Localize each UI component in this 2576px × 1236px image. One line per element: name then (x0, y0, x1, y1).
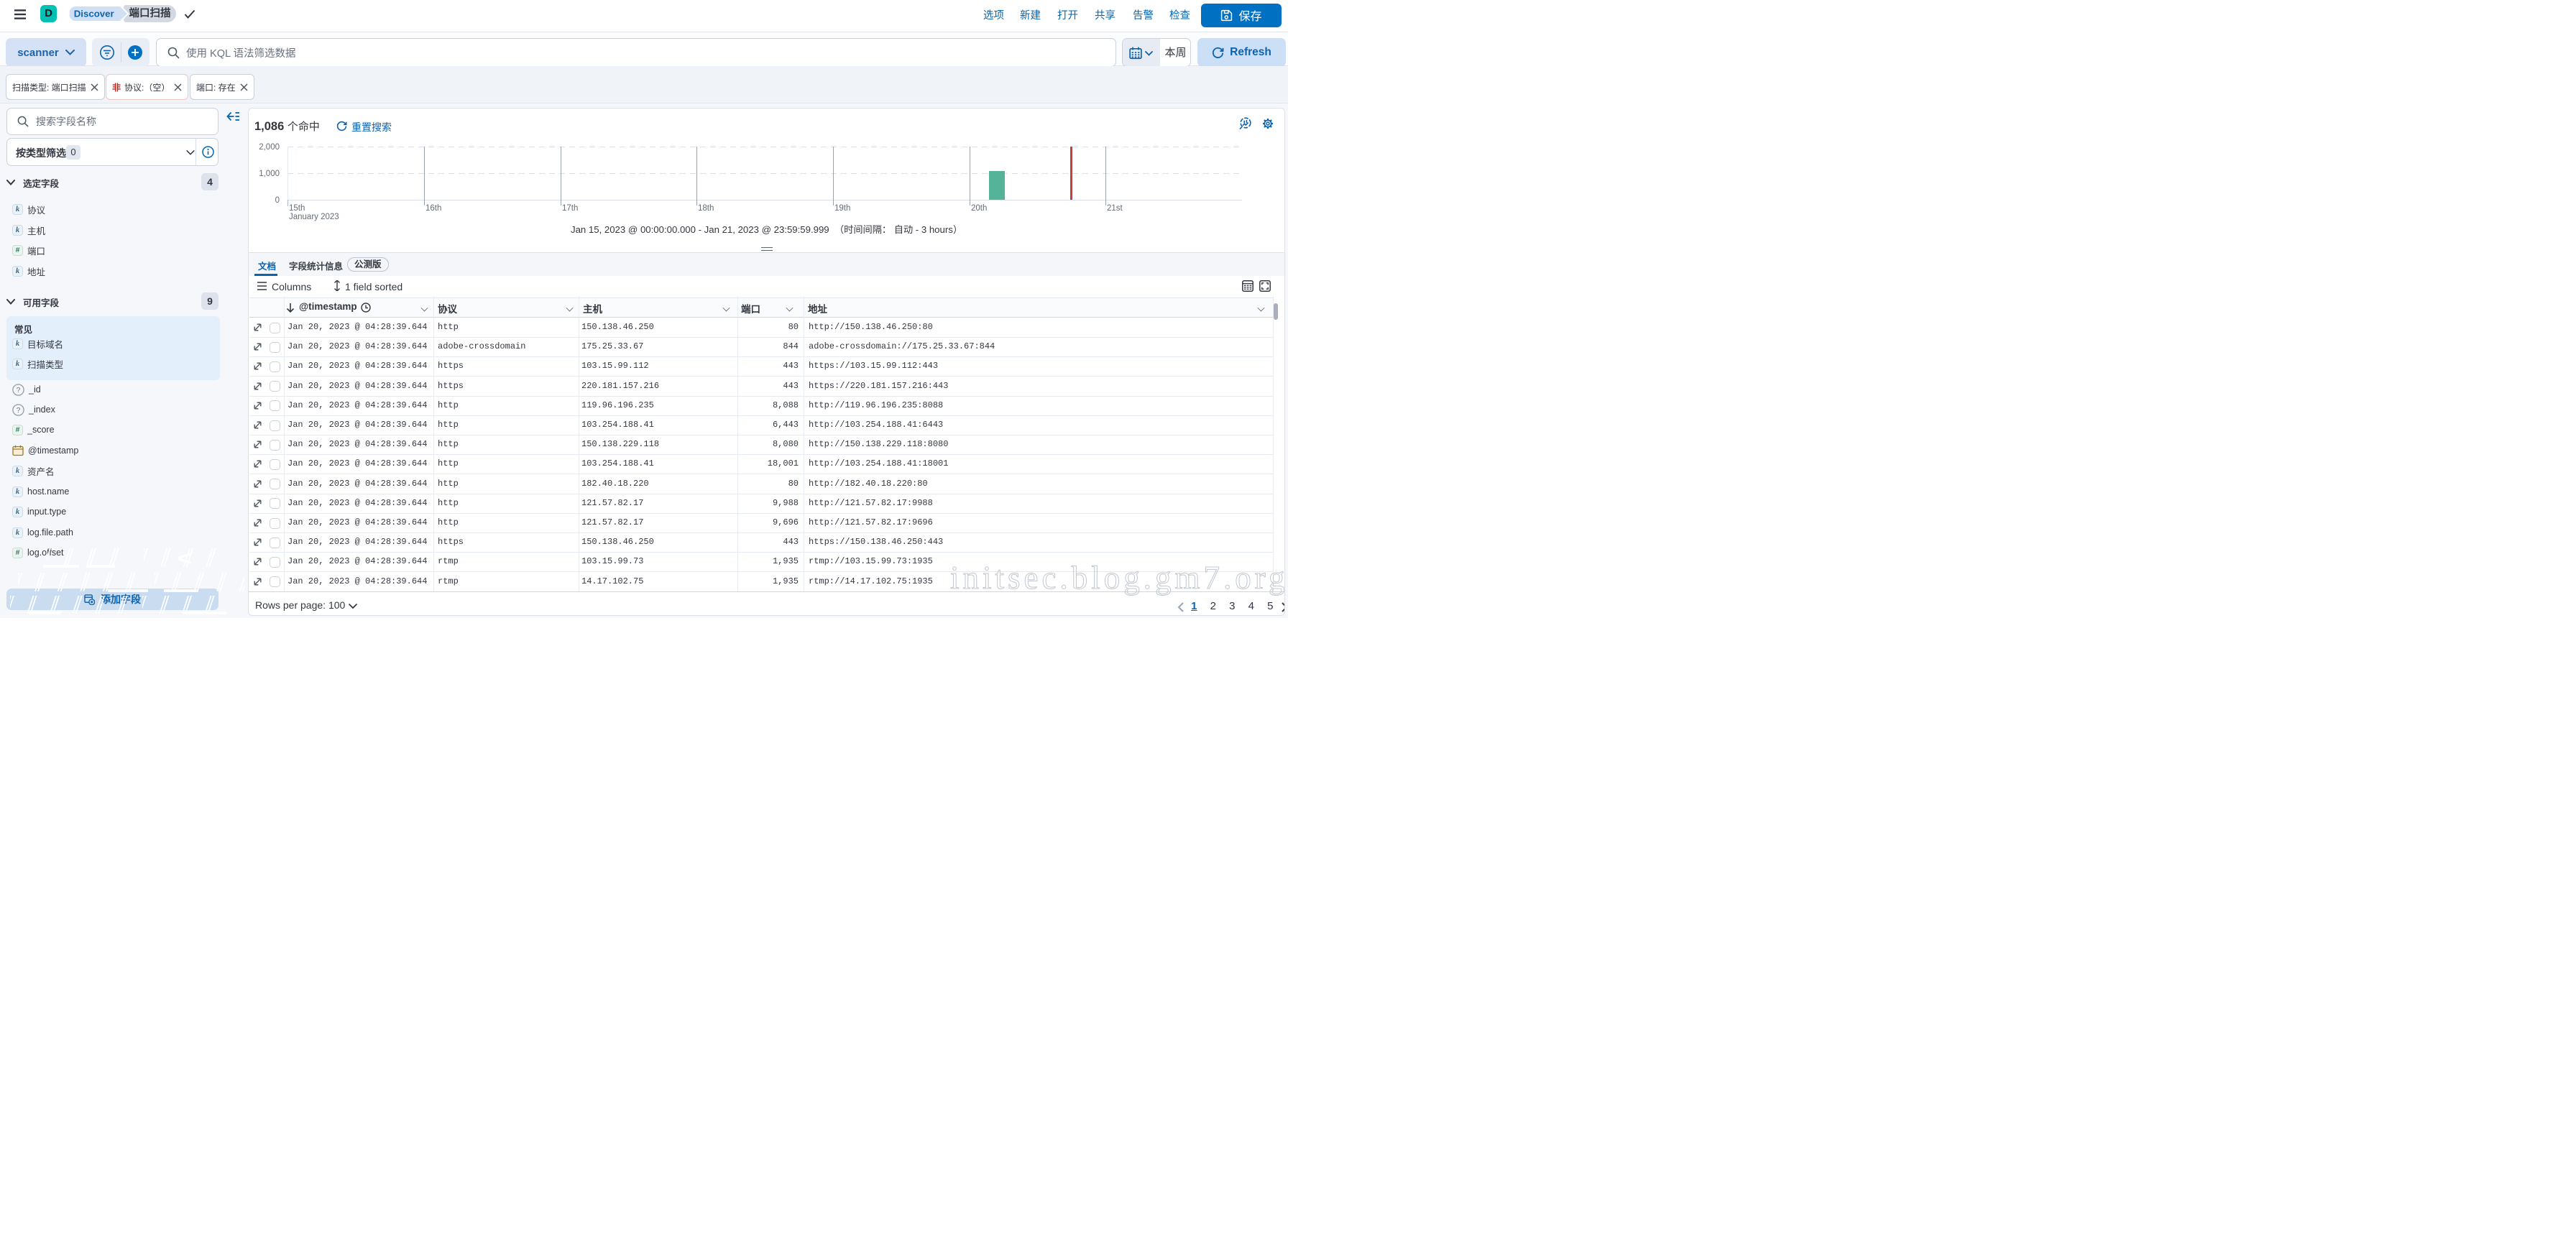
svg-text:?: ? (17, 407, 21, 415)
svg-text:Discover: Discover (74, 9, 114, 19)
svg-text:?: ? (17, 387, 21, 395)
